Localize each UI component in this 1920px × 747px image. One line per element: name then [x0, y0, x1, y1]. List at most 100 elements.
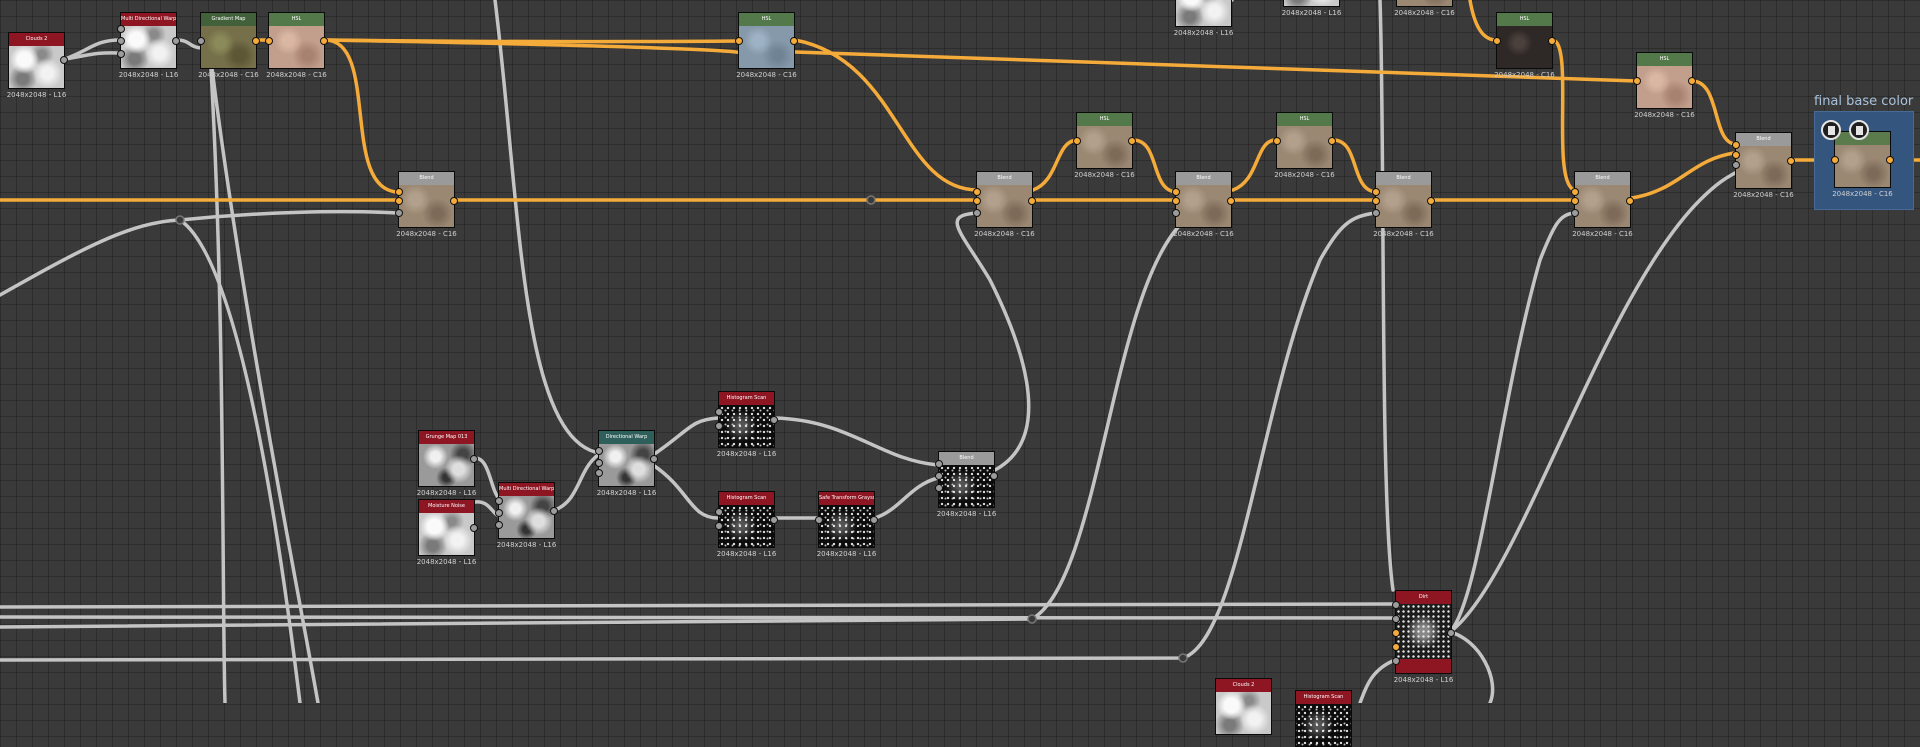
input-port[interactable] [1732, 161, 1740, 169]
node-safe-transform[interactable]: Safe Transform Grayscale 2048x2048 - L16 [815, 491, 878, 558]
output-port[interactable] [1787, 157, 1795, 165]
input-port[interactable] [935, 472, 943, 480]
input-port[interactable] [1372, 209, 1380, 217]
output-port[interactable] [1028, 197, 1036, 205]
output-port[interactable] [470, 455, 478, 463]
output-port[interactable] [1447, 629, 1455, 637]
input-port[interactable] [715, 408, 723, 416]
input-port[interactable] [715, 522, 723, 530]
input-port[interactable] [595, 459, 603, 467]
checkerboard-icon[interactable] [1849, 120, 1869, 140]
input-port[interactable] [595, 447, 603, 455]
node-histogram-scan-b[interactable]: Histogram Scan 2048x2048 - L16 [715, 491, 778, 558]
input-port[interactable] [1571, 188, 1579, 196]
output-port[interactable] [320, 37, 328, 45]
node-top-node-a[interactable]: 2048x2048 - L16 [1174, 0, 1233, 37]
output-port[interactable] [252, 37, 260, 45]
input-port[interactable] [1372, 197, 1380, 205]
input-port[interactable] [1372, 188, 1380, 196]
input-port[interactable] [595, 469, 603, 477]
input-port[interactable] [715, 508, 723, 516]
output-port[interactable] [770, 416, 778, 424]
input-port[interactable] [1732, 151, 1740, 159]
node-hsl-f[interactable]: HSL 2048x2048 - C16 [1273, 112, 1336, 179]
output-port[interactable] [870, 516, 878, 524]
input-port[interactable] [1392, 615, 1400, 623]
node-cloud-2-a[interactable]: Clouds 2 2048x2048 - L16 [7, 32, 68, 99]
node-histogram-scan-c[interactable]: Histogram Scan [1295, 690, 1352, 747]
input-port[interactable] [1493, 37, 1501, 45]
node-moisture-noise[interactable]: Moisture Noise 2048x2048 - L16 [417, 499, 478, 566]
input-port[interactable] [973, 197, 981, 205]
output-port[interactable] [1886, 156, 1894, 164]
node-hsl-b[interactable]: HSL 2048x2048 - C16 [735, 12, 798, 79]
input-port[interactable] [1273, 137, 1281, 145]
output-port[interactable] [990, 472, 998, 480]
node-hsl-a[interactable]: HSL 2048x2048 - C16 [265, 12, 328, 79]
output-port[interactable] [1227, 197, 1235, 205]
input-port[interactable] [715, 422, 723, 430]
node-blend-a[interactable]: Blend 2048x2048 - C16 [395, 171, 458, 238]
output-port[interactable] [770, 516, 778, 524]
input-port[interactable] [1392, 601, 1400, 609]
output-port[interactable] [1427, 197, 1435, 205]
node-cloud-2-b[interactable]: Clouds 2 [1215, 678, 1272, 735]
input-port[interactable] [395, 188, 403, 196]
input-port[interactable] [117, 37, 125, 45]
input-port[interactable] [1392, 629, 1400, 637]
input-port[interactable] [1732, 141, 1740, 149]
input-port[interactable] [973, 209, 981, 217]
node-blend-f[interactable]: Blend 2048x2048 - C16 [1732, 132, 1795, 199]
input-port[interactable] [495, 521, 503, 529]
input-port[interactable] [495, 509, 503, 517]
output-port[interactable] [550, 507, 558, 515]
input-port[interactable] [935, 484, 943, 492]
output-port[interactable] [450, 197, 458, 205]
node-top-node-b[interactable]: 2048x2048 - L16 [1282, 0, 1341, 17]
input-port[interactable] [395, 209, 403, 217]
input-port[interactable] [1172, 188, 1180, 196]
node-directional-warp[interactable]: Directional Warp 2048x2048 - L16 [595, 430, 658, 497]
input-port[interactable] [1172, 197, 1180, 205]
input-port[interactable] [1633, 77, 1641, 85]
input-port[interactable] [973, 188, 981, 196]
node-final-node[interactable]: 2048x2048 - C16 [1831, 131, 1894, 198]
output-port[interactable] [172, 37, 180, 45]
input-port[interactable] [1571, 209, 1579, 217]
node-hsl-e[interactable]: HSL 2048x2048 - C16 [1073, 112, 1136, 179]
node-blend-b[interactable]: Blend 2048x2048 - C16 [973, 171, 1036, 238]
node-mdw-a[interactable]: Multi Directional Warp 2048x2048 - L16 [117, 12, 180, 79]
input-port[interactable] [935, 460, 943, 468]
input-port[interactable] [1392, 643, 1400, 651]
input-port[interactable] [495, 497, 503, 505]
output-port[interactable] [790, 37, 798, 45]
input-port[interactable] [1073, 137, 1081, 145]
node-hsl-c[interactable]: HSL 2048x2048 - C16 [1493, 12, 1556, 79]
input-port[interactable] [735, 37, 743, 45]
document-icon[interactable] [1821, 120, 1841, 140]
input-port[interactable] [815, 516, 823, 524]
node-grunge-map[interactable]: Grunge Map 013 2048x2048 - L16 [417, 430, 478, 497]
input-port[interactable] [1571, 197, 1579, 205]
node-mdw-b[interactable]: Multi Directional Warp 2048x2048 - L16 [495, 482, 558, 549]
output-port[interactable] [470, 524, 478, 532]
output-port[interactable] [1548, 37, 1556, 45]
output-port[interactable] [650, 455, 658, 463]
output-port[interactable] [60, 56, 68, 64]
input-port[interactable] [117, 25, 125, 33]
output-port[interactable] [1328, 137, 1336, 145]
node-gradient-map[interactable]: Gradient Map 2048x2048 - C16 [197, 12, 260, 79]
input-port[interactable] [1392, 657, 1400, 665]
node-blend-e[interactable]: Blend 2048x2048 - C16 [1571, 171, 1634, 238]
output-port[interactable] [1626, 197, 1634, 205]
node-dirt[interactable]: Dirt 2048x2048 - L16 [1392, 590, 1455, 684]
input-port[interactable] [1831, 156, 1839, 164]
input-port[interactable] [197, 37, 205, 45]
output-port[interactable] [1688, 77, 1696, 85]
node-top-node-c[interactable]: 2048x2048 - C16 [1394, 0, 1455, 17]
node-blend-d[interactable]: Blend 2048x2048 - C16 [1372, 171, 1435, 238]
input-port[interactable] [1172, 209, 1180, 217]
node-histogram-scan-a[interactable]: Histogram Scan 2048x2048 - L16 [715, 391, 778, 458]
input-port[interactable] [117, 50, 125, 58]
node-blend-g[interactable]: Blend 2048x2048 - L16 [935, 451, 998, 518]
